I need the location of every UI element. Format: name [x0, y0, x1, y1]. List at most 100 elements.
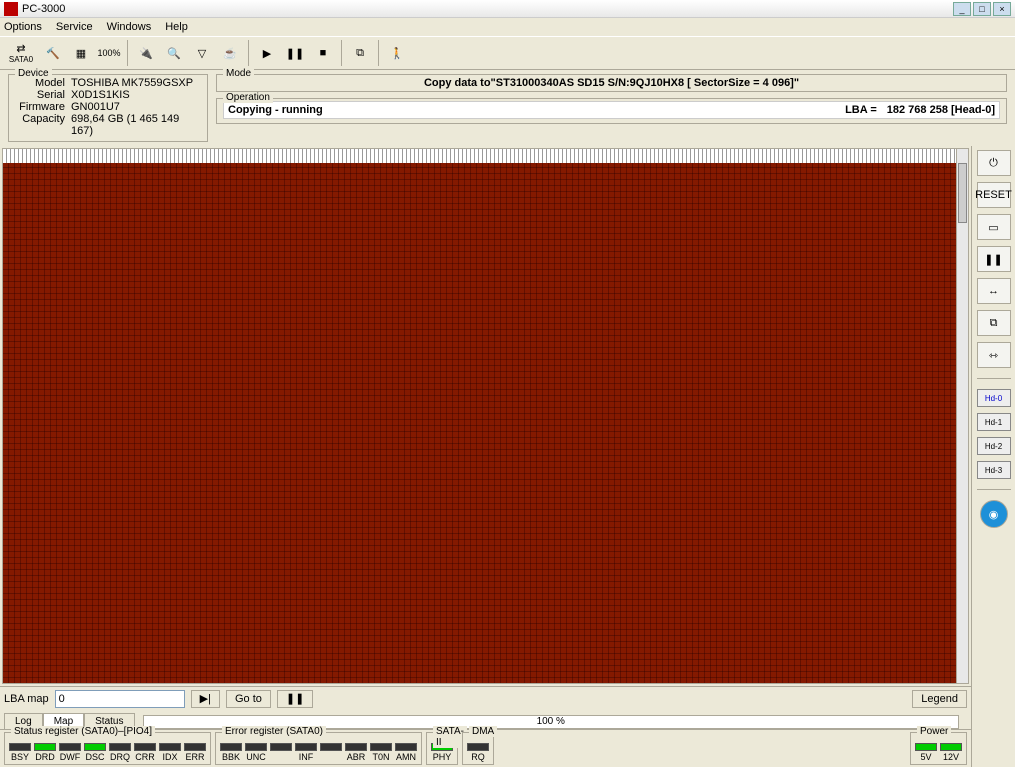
operation-fieldset: Operation Copying - running LBA = 182 76… [216, 98, 1007, 124]
minimize-button[interactable]: _ [953, 2, 971, 16]
power-register: Power 5V12V [910, 732, 967, 765]
register-cell: ERR [184, 743, 206, 762]
chip-icon: ▦ [76, 47, 86, 60]
chip-icon: ▭ [988, 221, 998, 234]
led-icon [34, 743, 56, 751]
power-icon: ⏻ [989, 157, 998, 170]
register-cell: IDX [159, 743, 181, 762]
stop-icon: ■ [320, 47, 327, 59]
pause-icon: ❚❚ [984, 253, 1002, 266]
mode-fieldset: Mode Copy data to"ST31000340AS SD15 S/N:… [216, 74, 1007, 92]
power-toggle-button[interactable]: ⏻ [977, 150, 1011, 176]
register-cell: DSC [84, 743, 106, 762]
operation-status: Copying - running [228, 104, 323, 116]
tool-find-button[interactable]: 🔍 [161, 40, 187, 66]
map-scrollbar[interactable] [956, 149, 968, 683]
exit-icon: 🚶 [390, 47, 404, 60]
led-icon [184, 743, 206, 751]
mode-text: Copy data to"ST31000340AS SD15 S/N:9QJ10… [223, 77, 1000, 89]
head-1-button[interactable]: Hd-1 [977, 413, 1011, 431]
status-register: Status register (SATA0)–[PIO4] BSYDRDDWF… [4, 732, 211, 765]
play-button[interactable]: ▶ [254, 40, 280, 66]
head-3-button[interactable]: Hd-3 [977, 461, 1011, 479]
close-button[interactable]: × [993, 2, 1011, 16]
tool-percent-button[interactable]: 100% [96, 40, 122, 66]
led-icon [270, 743, 292, 751]
tool-cup-button[interactable]: ☕ [217, 40, 243, 66]
led-icon [59, 743, 81, 751]
tool-hammer-button[interactable]: 🔨 [40, 40, 66, 66]
led-icon [345, 743, 367, 751]
link-button[interactable]: ⇿ [977, 342, 1011, 368]
info-row: Device ModelTOSHIBA MK7559GSXP SerialX0D… [0, 70, 1015, 146]
pause-side-button[interactable]: ❚❚ [977, 246, 1011, 272]
head-0-button[interactable]: Hd-0 [977, 389, 1011, 407]
register-cell: DWF [59, 743, 81, 762]
tool-connector-button[interactable]: 🔌 [133, 40, 159, 66]
menu-bar: Options Service Windows Help [0, 18, 1015, 36]
register-cell: RQ [467, 743, 489, 762]
registers-row: Status register (SATA0)–[PIO4] BSYDRDDWF… [0, 730, 971, 767]
led-icon [109, 743, 131, 751]
menu-windows[interactable]: Windows [107, 21, 152, 33]
pause-small-button[interactable]: ❚❚ [277, 690, 313, 708]
maximize-button[interactable]: □ [973, 2, 991, 16]
tool-filter-button[interactable]: ▽ [189, 40, 215, 66]
percent-icon: 100% [97, 48, 120, 58]
sata2-register: SATA-II PHY [426, 732, 458, 765]
disk-icon: ◉ [989, 508, 999, 521]
disk-button[interactable]: ◉ [980, 500, 1008, 528]
pause-button[interactable]: ❚❚ [282, 40, 308, 66]
scroll-thumb[interactable] [958, 163, 967, 223]
led-icon [320, 743, 342, 751]
seek-button[interactable]: ↔ [977, 278, 1011, 304]
error-register: Error register (SATA0) BBKUNCINFABRT0NAM… [215, 732, 422, 765]
stop-button[interactable]: ■ [310, 40, 336, 66]
device-fieldset: Device ModelTOSHIBA MK7559GSXP SerialX0D… [8, 74, 208, 142]
copy-side-button[interactable]: ⧉ [977, 310, 1011, 336]
menu-help[interactable]: Help [165, 21, 188, 33]
register-cell [270, 743, 292, 762]
goto-button[interactable]: Go to [226, 690, 271, 708]
binoculars-icon: 🔍 [167, 47, 181, 60]
copy-button[interactable]: ⧉ [347, 40, 373, 66]
register-cell: BBK [220, 743, 242, 762]
exit-button[interactable]: 🚶 [384, 40, 410, 66]
app-icon [4, 2, 18, 16]
lba-bar: LBA map ▶| Go to ❚❚ Legend [0, 686, 971, 710]
tool-chip-button[interactable]: ▦ [68, 40, 94, 66]
port-button[interactable]: ⇄ SATA0 [4, 40, 38, 66]
led-icon [395, 743, 417, 751]
main-area: INHDD.com 底层网 LBA map ▶| Go to ❚❚ Legend… [0, 146, 1015, 767]
register-cell: ABR [345, 743, 367, 762]
lba-step-button[interactable]: ▶| [191, 690, 220, 708]
seek-icon: ↔ [988, 285, 999, 297]
menu-service[interactable]: Service [56, 21, 93, 33]
led-icon [220, 743, 242, 751]
led-icon [134, 743, 156, 751]
head-2-button[interactable]: Hd-2 [977, 437, 1011, 455]
led-icon [9, 743, 31, 751]
connector-icon: 🔌 [139, 47, 153, 60]
sector-map[interactable]: INHDD.com 底层网 [2, 148, 969, 684]
pause-icon: ❚❚ [286, 47, 304, 60]
lba-input[interactable] [55, 690, 185, 708]
led-icon [940, 743, 962, 751]
menu-options[interactable]: Options [4, 21, 42, 33]
legend-button[interactable]: Legend [912, 690, 967, 708]
watermark: INHDD.com 底层网 [392, 396, 580, 436]
copy-icon: ⧉ [990, 317, 998, 330]
register-cell: CRR [134, 743, 156, 762]
app-title: PC-3000 [22, 3, 953, 15]
right-panel: ⏻ RESET ▭ ❚❚ ↔ ⧉ ⇿ Hd-0 Hd-1 Hd-2 Hd-3 ◉ [971, 146, 1015, 767]
play-icon: ▶ [263, 47, 271, 60]
filter-icon: ▽ [198, 47, 206, 60]
cup-icon: ☕ [223, 47, 237, 60]
reset-button[interactable]: RESET [977, 182, 1011, 208]
register-cell: 12V [940, 743, 962, 762]
copy-icon: ⧉ [356, 47, 364, 60]
title-bar: PC-3000 _ □ × [0, 0, 1015, 18]
led-icon [84, 743, 106, 751]
read-button[interactable]: ▭ [977, 214, 1011, 240]
register-cell: INF [295, 743, 317, 762]
